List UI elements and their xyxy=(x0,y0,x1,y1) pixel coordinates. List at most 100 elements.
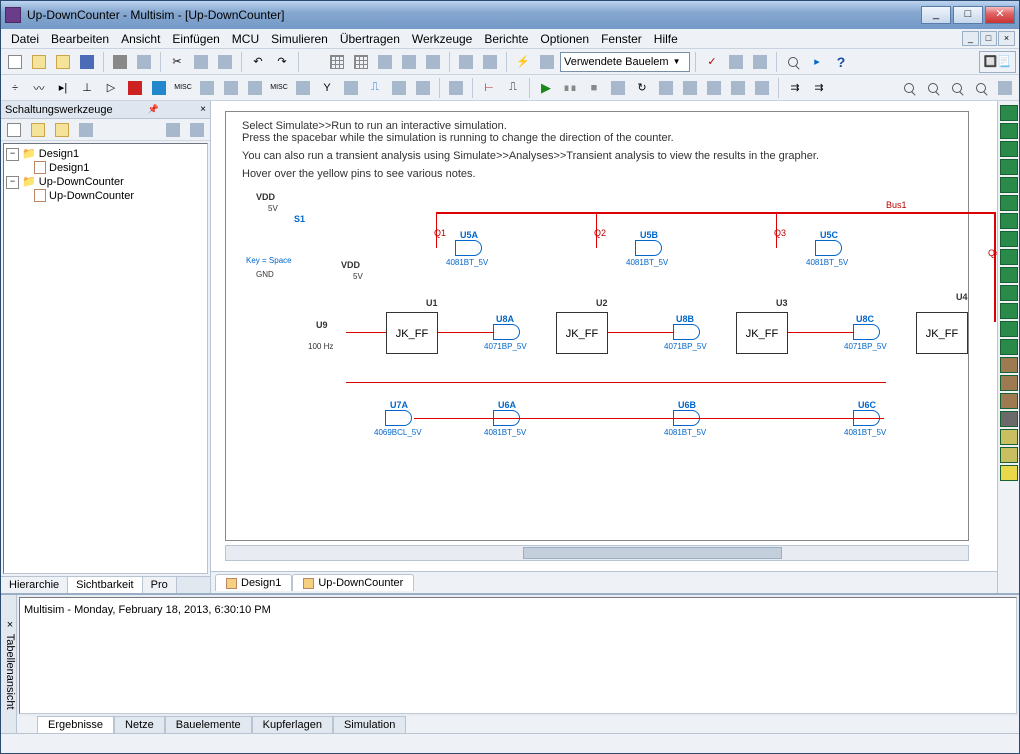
place-power-button[interactable] xyxy=(244,77,266,99)
print-button[interactable] xyxy=(109,51,131,73)
loop-button[interactable]: ↻ xyxy=(631,77,653,99)
u8a-gate[interactable] xyxy=(494,324,520,340)
stop-button[interactable]: ■ xyxy=(583,77,605,99)
ag-gen-button[interactable] xyxy=(1000,357,1018,373)
logic-conv-button[interactable] xyxy=(1000,267,1018,283)
zoom-area-button[interactable] xyxy=(946,77,968,99)
iv-analyzer-button[interactable] xyxy=(1000,285,1018,301)
menu-mcu[interactable]: MCU xyxy=(226,30,265,48)
print-preview-button[interactable] xyxy=(133,51,155,73)
bt-ergebnisse[interactable]: Ergebnisse xyxy=(37,716,114,733)
database-button[interactable] xyxy=(455,51,477,73)
close-button[interactable]: ✕ xyxy=(985,6,1015,24)
elvis-button[interactable] xyxy=(1000,447,1018,463)
bus-button[interactable]: ⊢ xyxy=(478,77,500,99)
place-transistor-button[interactable]: ⊥ xyxy=(76,77,98,99)
paste-button[interactable] xyxy=(214,51,236,73)
doc-tab-design1[interactable]: Design1 xyxy=(215,574,292,591)
bt-kupferlagen[interactable]: Kupferlagen xyxy=(252,716,333,733)
u5b-gate[interactable] xyxy=(636,240,662,256)
open-project-button[interactable] xyxy=(52,51,74,73)
menu-simulieren[interactable]: Simulieren xyxy=(265,30,334,48)
help-button[interactable]: ? xyxy=(830,51,852,73)
menu-berichte[interactable]: Berichte xyxy=(478,30,534,48)
component-button[interactable] xyxy=(479,51,501,73)
sheet-properties-button[interactable] xyxy=(326,51,348,73)
view-toggle-button[interactable]: 🔲📃 xyxy=(979,51,1016,73)
analysis2-button[interactable] xyxy=(703,77,725,99)
mdi-minimize-button[interactable]: _ xyxy=(962,31,979,46)
copy-button[interactable] xyxy=(190,51,212,73)
current-probe-button[interactable] xyxy=(1000,465,1018,481)
log-output[interactable]: Multisim - Monday, February 18, 2013, 6:… xyxy=(19,597,1017,714)
network-button[interactable] xyxy=(1000,339,1018,355)
u4-flipflop[interactable]: JK_FF xyxy=(916,312,968,354)
u2-flipflop[interactable]: JK_FF xyxy=(556,312,608,354)
word-gen-button[interactable] xyxy=(1000,231,1018,247)
menu-uebertragen[interactable]: Übertragen xyxy=(334,30,406,48)
analysis1-button[interactable] xyxy=(679,77,701,99)
pt-new-button[interactable] xyxy=(3,119,25,141)
place-ttl-button[interactable] xyxy=(124,77,146,99)
new-button[interactable] xyxy=(4,51,26,73)
panel-close-button[interactable]: × xyxy=(200,104,206,115)
open-button[interactable] xyxy=(28,51,50,73)
wattmeter-button[interactable] xyxy=(1000,141,1018,157)
run-button[interactable]: ▶ xyxy=(535,77,557,99)
tree-root-updowncounter[interactable]: 📁 Up-DownCounter xyxy=(6,174,205,189)
place-ni-button[interactable]: ⎍ xyxy=(364,77,386,99)
analysis4-button[interactable] xyxy=(751,77,773,99)
education-button[interactable]: ▸ xyxy=(806,51,828,73)
tab-pro[interactable]: Pro xyxy=(143,577,177,593)
bt-netze[interactable]: Netze xyxy=(114,716,165,733)
pin-icon[interactable]: 📌 xyxy=(148,104,159,115)
pt-refresh-button[interactable] xyxy=(75,119,97,141)
place-advanced-button[interactable] xyxy=(292,77,314,99)
spreadsheet-button[interactable] xyxy=(350,51,372,73)
find-button[interactable] xyxy=(782,51,804,73)
place-mixed-button[interactable] xyxy=(196,77,218,99)
place-diode-button[interactable]: ▸| xyxy=(52,77,74,99)
menu-optionen[interactable]: Optionen xyxy=(534,30,595,48)
undo-button[interactable]: ↶ xyxy=(247,51,269,73)
spectrum-button[interactable] xyxy=(1000,321,1018,337)
tab-hierarchie[interactable]: Hierarchie xyxy=(1,577,68,593)
tek-scope-button[interactable] xyxy=(1000,411,1018,427)
place-analog-button[interactable]: ▷ xyxy=(100,77,122,99)
measure-button[interactable] xyxy=(725,51,747,73)
u1-flipflop[interactable]: JK_FF xyxy=(386,312,438,354)
zoom-out-button[interactable] xyxy=(922,77,944,99)
postprocessor-button[interactable] xyxy=(398,51,420,73)
menu-hilfe[interactable]: Hilfe xyxy=(648,30,684,48)
place-rf-button[interactable]: Y xyxy=(316,77,338,99)
tree-child-updowncounter[interactable]: Up-DownCounter xyxy=(6,189,205,202)
fullscreen-button[interactable] xyxy=(994,77,1016,99)
zoom-fit-button[interactable] xyxy=(970,77,992,99)
distortion-button[interactable] xyxy=(1000,303,1018,319)
junction-button[interactable]: ⎍ xyxy=(502,77,524,99)
graph-button[interactable] xyxy=(374,51,396,73)
verify-button[interactable]: ✓ xyxy=(701,51,723,73)
freq-counter-button[interactable] xyxy=(1000,213,1018,229)
place-cmos-button[interactable] xyxy=(148,77,170,99)
u5c-gate[interactable] xyxy=(816,240,842,256)
place-mcu-button[interactable] xyxy=(412,77,434,99)
u5a-gate[interactable] xyxy=(456,240,482,256)
breadboard-button[interactable] xyxy=(749,51,771,73)
oscilloscope-button[interactable] xyxy=(1000,159,1018,175)
schematic-canvas[interactable]: Select Simulate>>Run to run an interacti… xyxy=(211,101,997,571)
tab-sichtbarkeit[interactable]: Sichtbarkeit xyxy=(68,577,142,593)
place-em-button[interactable] xyxy=(340,77,362,99)
mdi-restore-button[interactable]: □ xyxy=(980,31,997,46)
place-misc2-button[interactable]: MISC xyxy=(268,77,290,99)
u7a-gate[interactable] xyxy=(386,410,412,426)
maximize-button[interactable]: □ xyxy=(953,6,983,24)
step-button[interactable] xyxy=(607,77,629,99)
pause-button[interactable]: ∎∎ xyxy=(559,77,581,99)
place-connector-button[interactable] xyxy=(388,77,410,99)
redo-button[interactable]: ↷ xyxy=(271,51,293,73)
minimize-button[interactable]: _ xyxy=(921,6,951,24)
save-button[interactable] xyxy=(76,51,98,73)
place-misc-button[interactable]: MISC xyxy=(172,77,194,99)
tree-root-design1[interactable]: 📁 Design1 xyxy=(6,146,205,161)
